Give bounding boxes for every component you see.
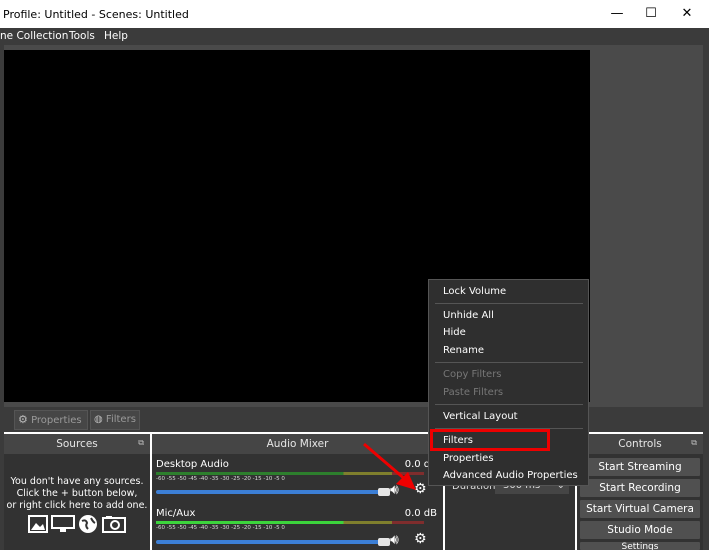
start-recording-button[interactable]: Start Recording	[580, 479, 700, 497]
gear-icon: ⚙	[18, 413, 28, 426]
volume-slider-thumb[interactable]	[378, 538, 390, 546]
speaker-icon[interactable]: 🔊︎	[390, 532, 399, 548]
menu-tools[interactable]: Tools	[69, 30, 95, 42]
camera-icon	[101, 516, 126, 533]
menu-item-rename[interactable]: Rename	[443, 345, 484, 356]
window-edge-right	[703, 45, 709, 550]
filters-highlight-box	[430, 429, 550, 451]
source-toolbar: ⚙ Properties ◍ Filters	[4, 407, 703, 432]
image-icon	[28, 515, 48, 533]
gear-icon[interactable]: ⚙	[414, 531, 427, 547]
window-title: Profile: Untitled - Scenes: Untitled	[3, 8, 189, 21]
controls-title: Controls	[577, 434, 703, 454]
properties-label: Properties	[31, 415, 82, 426]
empty-line-1: You don't have any sources.	[10, 476, 144, 487]
settings-button[interactable]: Settings	[580, 542, 700, 550]
channel-name: Mic/Aux	[156, 508, 196, 519]
channel-db: 0.0 dB	[404, 508, 437, 519]
menu-item-unhide-all[interactable]: Unhide All	[443, 310, 494, 321]
annotation-arrow-icon	[363, 442, 416, 490]
dock-float-icon[interactable]: ⧉	[138, 438, 144, 448]
menu-separator	[435, 362, 583, 363]
start-streaming-button[interactable]: Start Streaming	[580, 458, 700, 476]
volume-meter	[156, 521, 424, 524]
context-menu: Lock Volume Unhide All Hide Rename Copy …	[428, 279, 589, 486]
source-type-icons	[28, 514, 126, 534]
title-bar: Profile: Untitled - Scenes: Untitled — ☐…	[0, 0, 709, 28]
empty-line-3: or right click here to add one.	[6, 500, 148, 511]
volume-slider[interactable]	[156, 540, 384, 544]
close-button[interactable]: ✕	[669, 0, 705, 28]
filters-label: Filters	[105, 414, 136, 425]
menu-item-paste-filters: Paste Filters	[443, 387, 504, 398]
menu-item-lock-volume[interactable]: Lock Volume	[443, 286, 506, 297]
controls-dock: Controls ⧉ Start Streaming Start Recordi…	[577, 434, 703, 550]
menu-item-copy-filters: Copy Filters	[443, 369, 502, 380]
menu-item-properties[interactable]: Properties	[443, 453, 494, 464]
filters-button[interactable]: ◍ Filters	[90, 410, 140, 430]
sources-empty-message[interactable]: You don't have any sources. Click the + …	[4, 476, 150, 512]
dock-float-icon[interactable]: ⧉	[691, 438, 697, 448]
menu-item-vertical-layout[interactable]: Vertical Layout	[443, 411, 518, 422]
empty-line-2: Click the + button below,	[16, 488, 138, 499]
start-virtual-camera-button[interactable]: Start Virtual Camera	[580, 500, 700, 518]
menu-bar: ne Collection Tools Help	[0, 28, 709, 45]
studio-mode-button[interactable]: Studio Mode	[580, 521, 700, 539]
menu-separator	[435, 404, 583, 405]
minimize-button[interactable]: —	[599, 0, 635, 28]
properties-button[interactable]: ⚙ Properties	[14, 410, 88, 430]
globe-icon	[79, 515, 98, 533]
meter-ticks: -60 -55 -50 -45 -40 -35 -30 -25 -20 -15 …	[156, 525, 285, 531]
menu-item-hide[interactable]: Hide	[443, 327, 466, 338]
maximize-button[interactable]: ☐	[633, 0, 669, 28]
sources-title: Sources	[4, 434, 150, 454]
menu-help[interactable]: Help	[104, 30, 128, 42]
sources-dock: Sources ⧉ You don't have any sources. Cl…	[4, 434, 150, 550]
channel-name: Desktop Audio	[156, 459, 229, 470]
menu-scene-collection[interactable]: ne Collection	[0, 30, 68, 42]
display-icon	[51, 515, 76, 532]
menu-separator	[435, 303, 583, 304]
filter-icon: ◍	[94, 414, 103, 425]
menu-item-advanced-audio-properties[interactable]: Advanced Audio Properties	[443, 470, 578, 481]
volume-slider[interactable]	[156, 490, 384, 494]
